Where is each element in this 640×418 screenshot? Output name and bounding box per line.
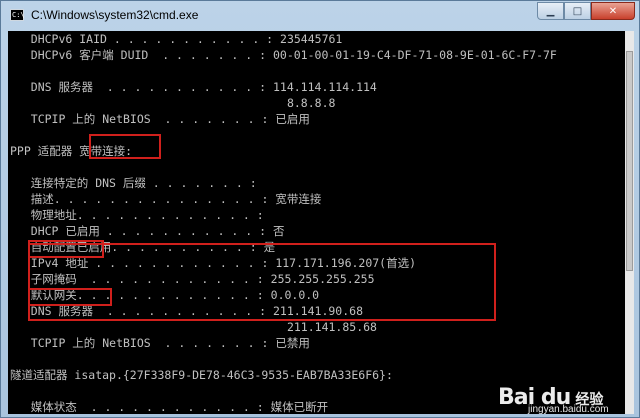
console-line-label: 媒体状态 . . . . . . . . . . . . : (10, 400, 264, 414)
highlight-address-block (28, 243, 496, 321)
scrollbar-thumb[interactable] (626, 51, 633, 271)
console-line-value: 8.8.8.8 (280, 96, 336, 110)
console-line-label: DHCPv6 IAID . . . . . . . . . . . : (10, 32, 274, 46)
console-line-label (10, 96, 280, 110)
console-line-label: TCPIP 上的 NetBIOS . . . . . . . : (10, 336, 269, 350)
console-line-label: 隧道适配器 isatap.{27F338F9-DE78-46C3-9535-EA… (10, 368, 393, 382)
console-line: 隧道适配器 isatap.{27F338F9-DE78-46C3-9535-EA… (10, 367, 393, 383)
console-line-value: 已启用 (268, 112, 310, 126)
console-line: TCPIP 上的 NetBIOS . . . . . . . : 已启用 (10, 111, 310, 127)
title-bar[interactable]: C:\ C:\Windows\system32\cmd.exe ▁ □ ✕ (1, 1, 639, 31)
console-line-value: 00-01-00-01-19-C4-DF-71-08-9E-01-6C-F7-7… (266, 48, 557, 62)
console-line: TCPIP 上的 NetBIOS . . . . . . . : 已禁用 (10, 335, 310, 351)
console-line: 连接特定的 DNS 后缀 . . . . . . . : (10, 175, 257, 191)
console-line-value: 已禁用 (268, 336, 310, 350)
console-line: 8.8.8.8 (10, 95, 335, 111)
console-line-label: DHCP 已启用 . . . . . . . . . . . : (10, 224, 267, 238)
console-line-value: 宽带连接 (268, 192, 322, 206)
cmd-app-icon[interactable]: C:\ (10, 9, 25, 21)
console-line-label: 描述. . . . . . . . . . . . . . . : (10, 192, 269, 206)
console-line-label: DHCPv6 客户端 DUID . . . . . . . : (10, 48, 267, 62)
console-line-label: TCPIP 上的 NetBIOS . . . . . . . : (10, 112, 269, 126)
console-line: DHCP 已启用 . . . . . . . . . . . : 否 (10, 223, 285, 239)
console-line: DHCPv6 IAID . . . . . . . . . . . : 2354… (10, 31, 343, 47)
console-line-value: 235445761 (273, 32, 343, 46)
console-line: DHCPv6 客户端 DUID . . . . . . . : 00-01-00… (10, 47, 557, 63)
console-line-label: 物理地址. . . . . . . . . . . . . : (10, 208, 264, 222)
console-line-value: 媒体已断开 (263, 400, 329, 414)
console-output[interactable]: DHCPv6 IAID . . . . . . . . . . . : 2354… (8, 31, 625, 414)
highlight-adapter-name (89, 134, 161, 159)
console-line-label: 连接特定的 DNS 后缀 . . . . . . . : (10, 176, 257, 190)
console-line: DNS 服务器 . . . . . . . . . . . : 114.114.… (10, 79, 377, 95)
console-line: 媒体状态 . . . . . . . . . . . . : 媒体已断开 (10, 399, 328, 414)
close-button[interactable]: ✕ (591, 2, 635, 20)
console-line-label: DNS 服务器 . . . . . . . . . . . : (10, 80, 267, 94)
console-line: 描述. . . . . . . . . . . . . . . : 宽带连接 (10, 191, 322, 207)
console-line: 211.141.85.68 (10, 319, 377, 335)
cmd-window: C:\ C:\Windows\system32\cmd.exe ▁ □ ✕ DH… (0, 0, 640, 418)
vertical-scrollbar[interactable] (625, 31, 634, 414)
console-line: 物理地址. . . . . . . . . . . . . : (10, 207, 264, 223)
watermark-url: jingyan.baidu.com (528, 404, 609, 415)
console-line-label (10, 320, 280, 334)
window-title: C:\Windows\system32\cmd.exe (31, 8, 199, 22)
minimize-button[interactable]: ▁ (537, 2, 564, 20)
maximize-button[interactable]: □ (564, 2, 591, 20)
console-line-value: 否 (266, 224, 285, 238)
console-line-value: 114.114.114.114 (266, 80, 377, 94)
console-line-value: 211.141.85.68 (280, 320, 377, 334)
